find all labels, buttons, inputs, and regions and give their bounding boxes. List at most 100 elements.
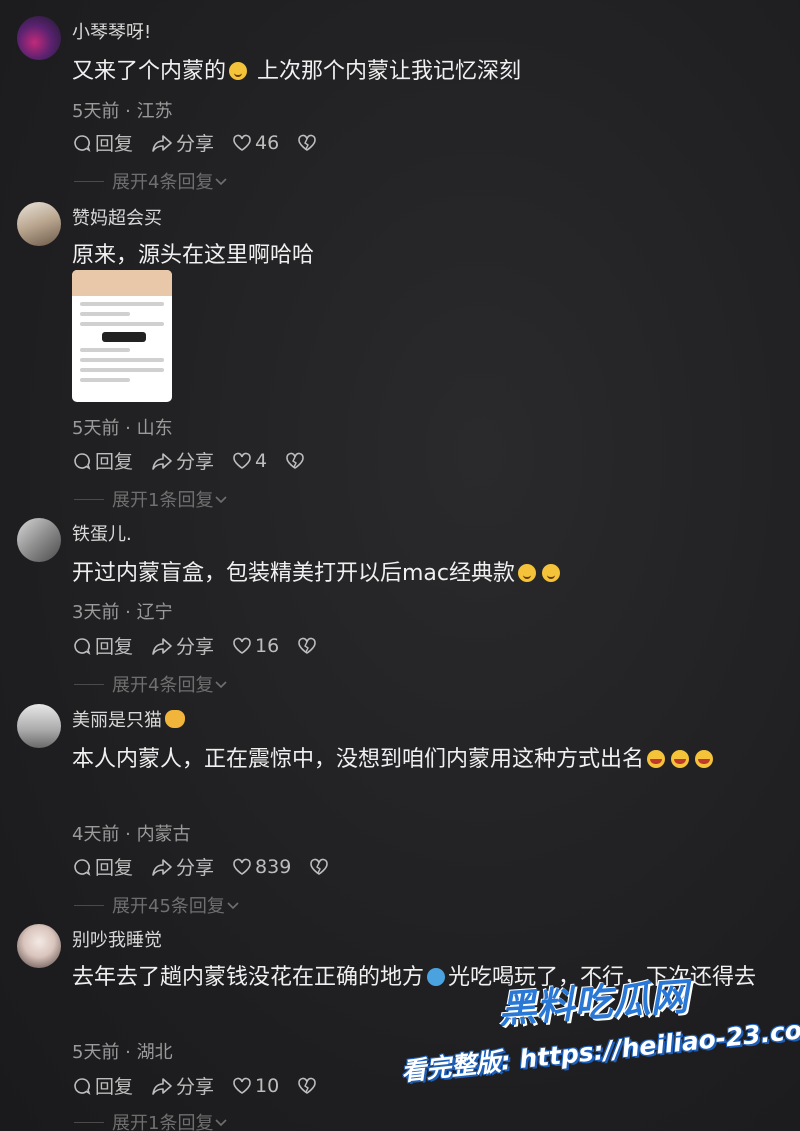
like-button[interactable]: 4 (232, 450, 267, 472)
like-button[interactable]: 10 (232, 1075, 279, 1097)
avatar[interactable] (17, 924, 61, 968)
expand-label: 展开4条回复 (112, 675, 214, 696)
comment-text-part: 去年去了趟内蒙钱没花在正确的地方 (72, 965, 425, 990)
comment-text-part: 开过内蒙盲盒，包装精美打开以后mac经典款 (72, 561, 516, 586)
like-count: 46 (255, 131, 280, 154)
expand-replies[interactable]: 展开4条回复 (74, 168, 229, 194)
avatar[interactable] (17, 16, 61, 60)
share-label: 分享 (176, 1076, 215, 1098)
like-count: 10 (255, 1074, 280, 1097)
comment-text: 开过内蒙盲盒，包装精美打开以后mac经典款 (72, 556, 787, 592)
expand-replies[interactable]: 展开1条回复 (74, 1109, 229, 1131)
expand-replies[interactable]: 展开1条回复 (74, 486, 229, 512)
comment-actions: 回复 分享 16 (72, 632, 338, 659)
reply-icon (74, 1077, 91, 1095)
reply-label: 回复 (95, 857, 134, 879)
chevron-down-icon (215, 178, 228, 186)
comment-meta: 3天前 · 辽宁 (72, 602, 173, 623)
share-icon (152, 858, 172, 876)
share-label: 分享 (176, 857, 215, 879)
share-button[interactable]: 分享 (151, 129, 214, 156)
reply-icon (74, 858, 91, 876)
username[interactable]: 铁蛋儿. (72, 520, 132, 546)
comment-text: 本人内蒙人，正在震惊中，没想到咱们内蒙用这种方式出名 (72, 742, 787, 778)
comment-actions: 回复 分享 10 (72, 1072, 338, 1099)
avatar[interactable] (17, 202, 61, 246)
username-text: 美丽是只猫 (72, 710, 162, 731)
comment-meta: 5天前 · 江苏 (72, 101, 173, 122)
share-button[interactable]: 分享 (151, 632, 214, 659)
divider (74, 683, 104, 685)
reply-icon (74, 452, 91, 470)
emoji-icon (695, 750, 714, 768)
reply-button[interactable]: 回复 (72, 632, 133, 659)
image-line (80, 302, 164, 306)
comment-item: 小琴琴呀! 又来了个内蒙的 上次那个内蒙让我记忆深刻 5天前 · 江苏 回复 分… (0, 16, 800, 196)
comment-meta: 5天前 · 山东 (72, 418, 173, 439)
comment-image[interactable] (72, 270, 172, 402)
comment-meta: 4天前 · 内蒙古 (72, 824, 191, 845)
image-line (80, 358, 164, 362)
divider (74, 180, 104, 182)
broken-heart-icon (310, 858, 329, 875)
broken-heart-icon (298, 637, 317, 654)
divider (74, 498, 104, 500)
comment-text-part: 本人内蒙人，正在震惊中，没想到咱们内蒙用这种方式出名 (72, 747, 645, 772)
broken-heart-icon (286, 452, 304, 469)
expand-label: 展开1条回复 (112, 1113, 214, 1131)
emoji-icon (542, 564, 561, 582)
username[interactable]: 赞妈超会买 (72, 204, 162, 230)
share-button[interactable]: 分享 (151, 447, 214, 474)
image-line (80, 312, 130, 316)
share-button[interactable]: 分享 (151, 1072, 214, 1099)
dislike-button[interactable] (297, 1077, 320, 1095)
avatar[interactable] (17, 518, 61, 562)
dislike-button[interactable] (285, 452, 308, 470)
chevron-down-icon (215, 1119, 228, 1127)
heart-icon (233, 452, 251, 469)
emoji-icon (647, 750, 666, 768)
emoji-icon (427, 968, 446, 986)
username[interactable]: 别吵我睡觉 (72, 926, 162, 952)
reply-button[interactable]: 回复 (72, 1072, 133, 1099)
comment-text-part: 又来了个内蒙的 (72, 59, 227, 84)
reply-button[interactable]: 回复 (72, 447, 133, 474)
dislike-button[interactable] (297, 134, 320, 152)
reply-label: 回复 (95, 451, 134, 473)
dislike-button[interactable] (309, 858, 332, 876)
avatar[interactable] (17, 704, 61, 748)
like-count: 16 (255, 634, 280, 657)
comment-item: 美丽是只猫 本人内蒙人，正在震惊中，没想到咱们内蒙用这种方式出名 4天前 · 内… (0, 704, 800, 924)
emoji-icon (671, 750, 690, 768)
reply-button[interactable]: 回复 (72, 853, 133, 880)
username[interactable]: 小琴琴呀! (72, 18, 151, 44)
like-button[interactable]: 16 (232, 635, 279, 657)
image-line (80, 368, 164, 372)
dislike-button[interactable] (297, 637, 320, 655)
share-button[interactable]: 分享 (151, 853, 214, 880)
comments-page: 小琴琴呀! 又来了个内蒙的 上次那个内蒙让我记忆深刻 5天前 · 江苏 回复 分… (0, 0, 800, 1131)
comment-actions: 回复 分享 839 (72, 853, 350, 880)
share-label: 分享 (176, 133, 215, 155)
reply-label: 回复 (95, 1076, 134, 1098)
image-line (80, 378, 130, 382)
like-button[interactable]: 839 (232, 856, 291, 878)
image-header (72, 270, 172, 296)
comment-text-part: 上次那个内蒙让我记忆深刻 (250, 59, 522, 84)
divider (74, 1121, 104, 1123)
username[interactable]: 美丽是只猫 (72, 706, 188, 732)
share-icon (152, 637, 172, 655)
reply-label: 回复 (95, 636, 134, 658)
chevron-down-icon (227, 902, 239, 910)
cat-emoji-icon (165, 710, 185, 728)
broken-heart-icon (298, 134, 317, 151)
comment-text: 又来了个内蒙的 上次那个内蒙让我记忆深刻 (72, 54, 787, 90)
emoji-icon (229, 62, 248, 80)
like-button[interactable]: 46 (232, 132, 279, 154)
expand-replies[interactable]: 展开4条回复 (74, 671, 229, 697)
image-line (80, 322, 164, 326)
expand-replies[interactable]: 展开45条回复 (74, 892, 241, 918)
reply-icon (74, 134, 91, 152)
reply-button[interactable]: 回复 (72, 129, 133, 156)
heart-icon (233, 1077, 251, 1094)
